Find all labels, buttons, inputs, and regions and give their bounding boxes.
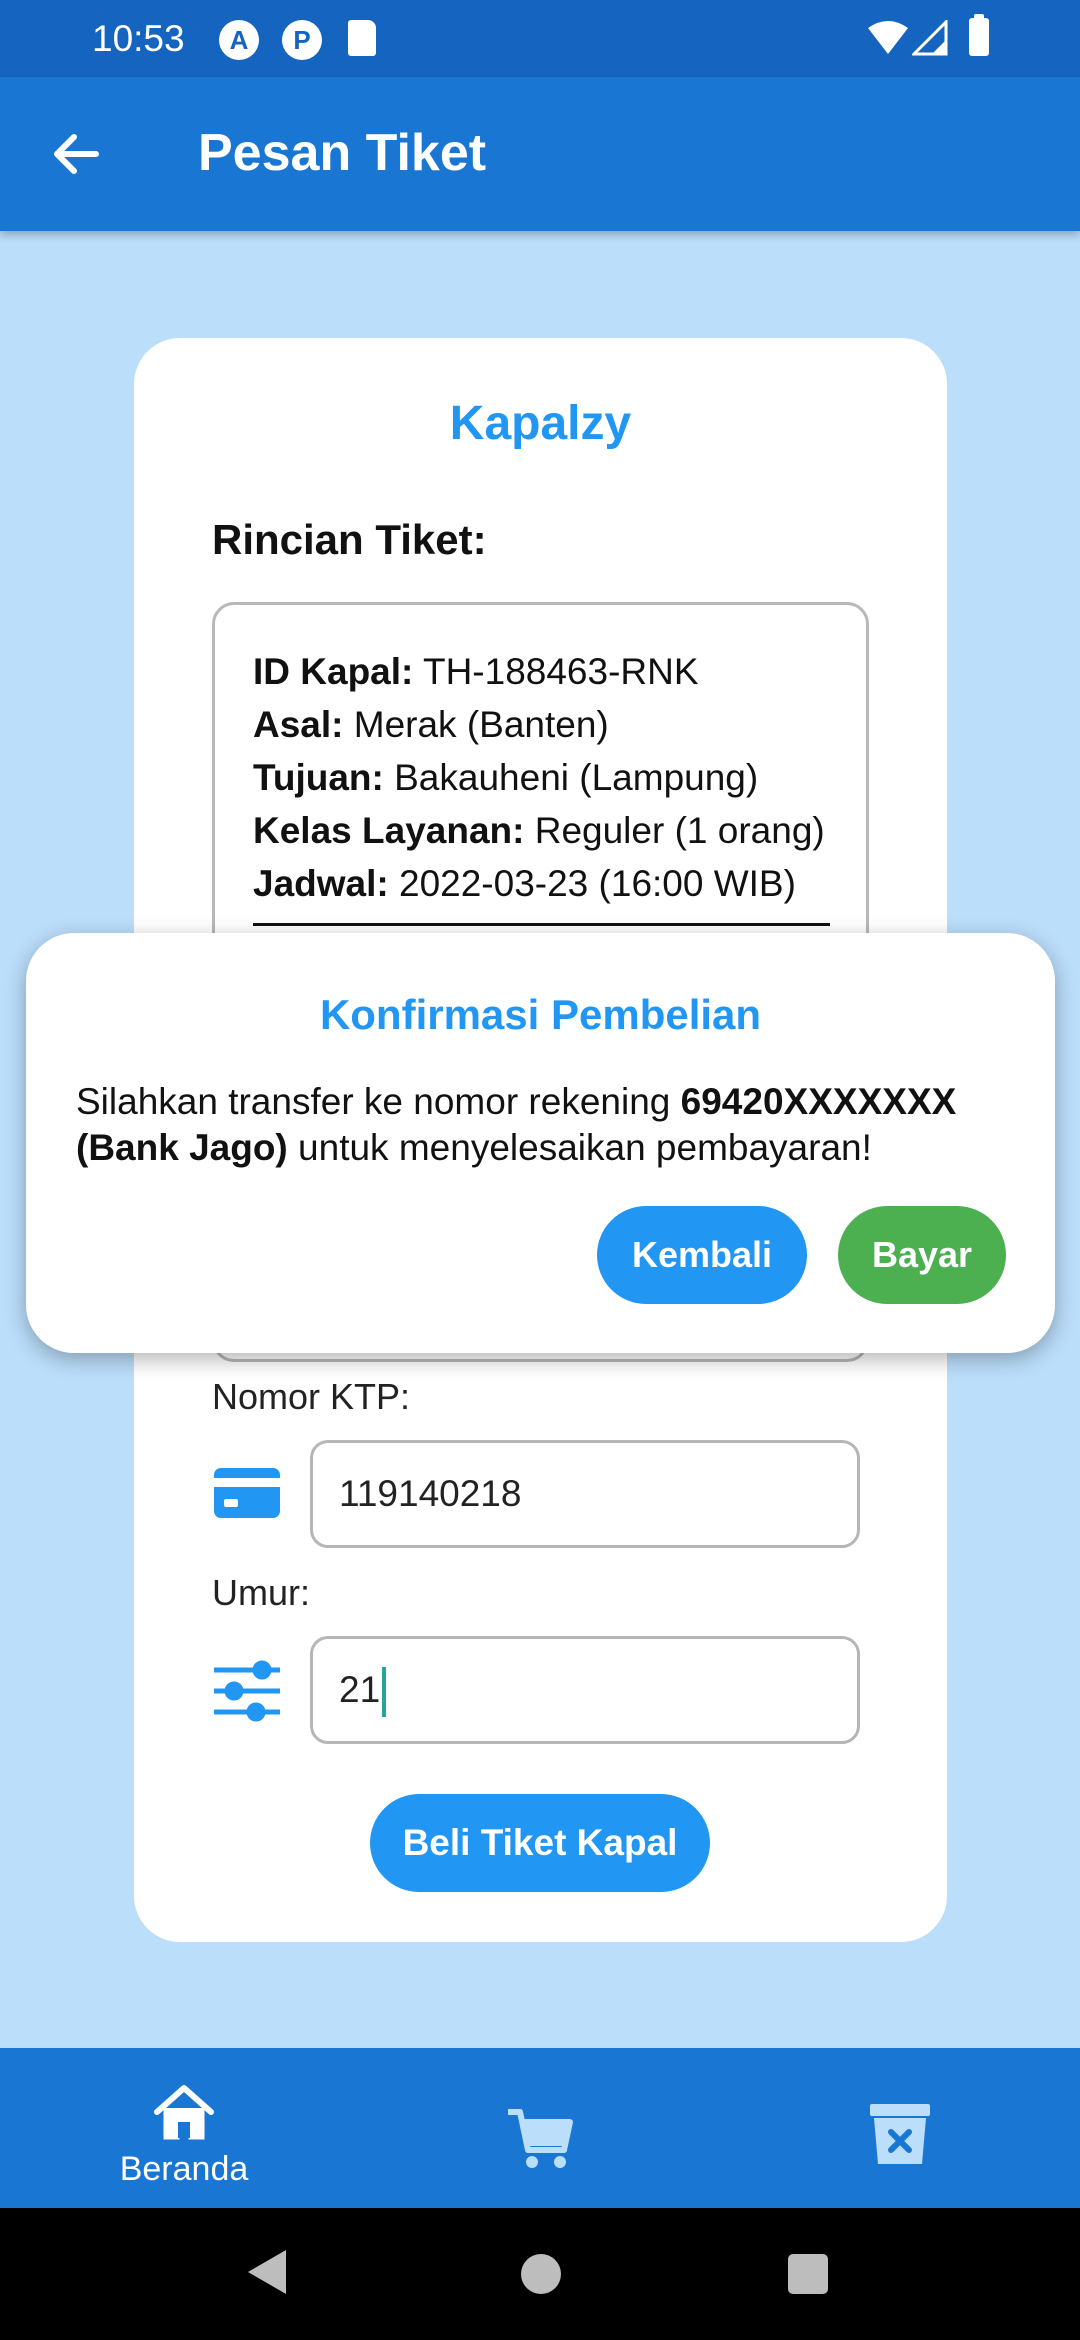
detail-row-origin: Asal: Merak (Banten) (253, 704, 609, 745)
notification-icon: A (219, 20, 259, 60)
text-cursor (382, 1667, 387, 1718)
detail-row-destination: Tujuan: Bakauheni (Lampung) (253, 757, 759, 798)
bottom-nav: Beranda (0, 2048, 1080, 2208)
battery-icon (969, 14, 989, 56)
trash-icon (870, 2104, 930, 2164)
status-time: 10:53 (92, 18, 185, 59)
dialog-message: Silahkan transfer ke nomor rekening 6942… (76, 1081, 957, 1168)
nav-item-cart[interactable] (360, 2048, 720, 2208)
system-back-icon[interactable] (248, 2250, 286, 2294)
nav-label-home: Beranda (119, 2150, 249, 2188)
wifi-icon (868, 21, 908, 54)
ticket-detail-list: ID Kapal: TH-188463-RNK Asal: Merak (Ban… (253, 645, 825, 910)
dialog-title: Konfirmasi Pembelian (319, 991, 762, 1038)
system-home-icon[interactable] (521, 2254, 561, 2294)
detail-row-schedule: Jadwal: 2022-03-23 (16:00 WIB) (253, 863, 796, 904)
nav-item-delete[interactable] (720, 2048, 1080, 2208)
signal-icon (912, 20, 948, 56)
brand-title: Kapalzy (449, 397, 632, 450)
confirm-purchase-dialog: Konfirmasi Pembelian Silahkan transfer k… (26, 933, 1055, 1353)
system-recents-icon[interactable] (788, 2254, 828, 2294)
detail-divider (253, 923, 830, 926)
cart-icon (508, 2109, 573, 2168)
status-bar: 10:53 A P (0, 0, 1080, 77)
home-icon (154, 2085, 214, 2140)
ktp-input[interactable]: 119140218 (310, 1440, 860, 1548)
page-title: Pesan Tiket (198, 124, 487, 182)
age-input[interactable]: 21 (310, 1636, 860, 1744)
notification-icon: P (282, 20, 322, 60)
credit-card-icon (214, 1468, 280, 1518)
system-nav-bar (0, 2208, 1080, 2340)
detail-row-ship-id: ID Kapal: TH-188463-RNK (253, 651, 699, 692)
detail-row-class: Kelas Layanan: Reguler (1 orang) (253, 810, 825, 851)
ktp-label: Nomor KTP: (212, 1376, 411, 1417)
buy-ticket-button[interactable]: Beli Tiket Kapal (370, 1794, 710, 1892)
back-arrow-icon[interactable] (44, 121, 110, 187)
sd-card-icon (348, 20, 376, 56)
app-bar: Pesan Tiket (0, 77, 1080, 231)
tune-icon (214, 1660, 280, 1722)
ticket-detail-title: Rincian Tiket: (212, 516, 487, 563)
back-button[interactable]: Kembali (597, 1206, 807, 1304)
age-label: Umur: (212, 1572, 310, 1613)
nav-item-home[interactable]: Beranda (4, 2048, 364, 2208)
pay-button[interactable]: Bayar (838, 1206, 1006, 1304)
